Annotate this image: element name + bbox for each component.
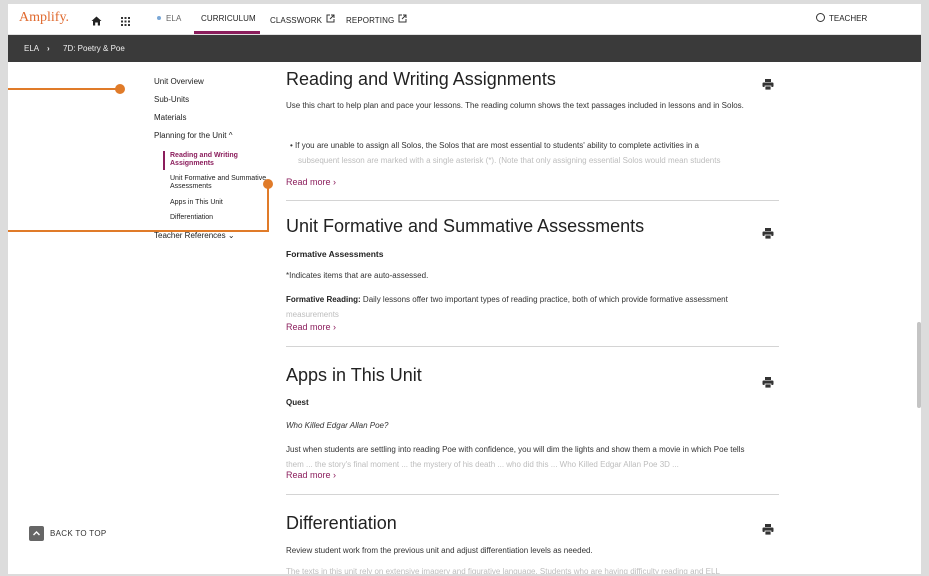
section-apps-fade: them ... the story's final moment ... th… — [286, 460, 679, 469]
nav-classwork[interactable]: CLASSWORK — [270, 14, 335, 25]
top-nav: Amplify. ELA CURRICULUM CLASSWORK REPORT… — [8, 4, 921, 35]
section-apps-subhead: Quest — [286, 398, 309, 407]
section-divider — [286, 494, 779, 495]
ela-dot-icon — [157, 16, 161, 20]
nav-reporting[interactable]: REPORTING — [346, 14, 407, 25]
section-rw-intro: Use this chart to help plan and pace you… — [286, 101, 744, 110]
section-title-reading-writing: Reading and Writing Assignments — [286, 69, 556, 89]
apps-grid-icon[interactable] — [121, 13, 130, 31]
section-rw-bullet-text: • If you are unable to assign all Solos,… — [290, 141, 699, 150]
section-title-differentiation: Differentiation — [286, 513, 397, 533]
print-icon[interactable] — [762, 226, 774, 240]
print-icon[interactable] — [762, 375, 774, 389]
nav-classwork-label: CLASSWORK — [270, 16, 323, 25]
section-divider — [286, 346, 779, 347]
nav-curriculum[interactable]: CURRICULUM — [201, 14, 256, 23]
section-title-assessments: Unit Formative and Summative Assessments — [286, 216, 645, 236]
back-to-top-label: BACK TO TOP — [50, 529, 107, 539]
print-icon[interactable] — [762, 522, 774, 536]
section-assess-paragraph: Formative Reading: Daily lessons offer t… — [286, 292, 771, 307]
breadcrumb: ELA › 7D: Poetry & Poe — [8, 35, 921, 62]
callout-line-top — [8, 88, 120, 90]
print-icon[interactable] — [762, 77, 774, 91]
user-label: TEACHER — [829, 14, 868, 23]
app-frame: Amplify. ELA CURRICULUM CLASSWORK REPORT… — [8, 4, 921, 574]
breadcrumb-root[interactable]: ELA — [24, 44, 39, 53]
section-rw-bullet: • If you are unable to assign all Solos,… — [290, 138, 775, 153]
section-apps-paragraph: Just when students are settling into rea… — [286, 445, 745, 454]
home-icon[interactable] — [91, 13, 102, 31]
read-more-link[interactable]: Read more › — [286, 470, 336, 480]
active-tab-indicator — [194, 31, 260, 34]
sidebar-item-materials[interactable]: Materials — [154, 113, 186, 122]
breadcrumb-current[interactable]: 7D: Poetry & Poe — [63, 44, 125, 53]
breadcrumb-separator-icon: › — [47, 44, 50, 53]
sidebar-item-teacher-references[interactable]: Teacher References ⌄ — [154, 231, 235, 240]
section-assess-note: *Indicates items that are auto-assessed. — [286, 271, 429, 280]
sidebar-subitem-apps[interactable]: Apps in This Unit — [170, 199, 280, 207]
sidebar-active-indicator — [163, 151, 165, 170]
read-more-link[interactable]: Read more › — [286, 177, 336, 187]
section-title-apps: Apps in This Unit — [286, 365, 422, 385]
section-assess-paragraph-bold: Formative Reading: — [286, 295, 361, 304]
scrollbar-track[interactable] — [917, 62, 921, 574]
sidebar-subitem-assessments[interactable]: Unit Formative and Summative Assessments — [170, 175, 280, 191]
section-assess-fade: measurements — [286, 310, 339, 319]
section-diff-paragraph: Review student work from the previous un… — [286, 546, 593, 555]
sidebar-subitem-reading-writing[interactable]: Reading and Writing Assignments — [170, 152, 280, 168]
amplify-logo[interactable]: Amplify. — [19, 10, 69, 26]
arrow-up-icon — [29, 526, 44, 542]
sidebar-item-unit-overview[interactable]: Unit Overview — [154, 77, 204, 86]
user-icon — [816, 13, 825, 22]
section-assess-paragraph-text: Daily lessons offer two important types … — [360, 295, 728, 304]
nav-reporting-label: REPORTING — [346, 16, 395, 25]
sidebar-item-sub-units[interactable]: Sub-Units — [154, 95, 189, 104]
back-to-top-button[interactable]: BACK TO TOP — [29, 525, 107, 543]
nav-ela[interactable]: ELA — [157, 14, 181, 23]
read-more-link[interactable]: Read more › — [286, 322, 336, 332]
nav-ela-label: ELA — [166, 14, 182, 23]
section-divider — [286, 200, 779, 201]
section-assess-subhead: Formative Assessments — [286, 249, 384, 259]
section-apps-quest-title: Who Killed Edgar Allan Poe? — [286, 421, 389, 430]
external-link-icon — [326, 14, 335, 25]
sidebar-subitem-differentiation[interactable]: Differentiation — [170, 214, 280, 222]
external-link-icon — [398, 14, 407, 25]
callout-dot-top — [115, 84, 125, 94]
sidebar-item-planning[interactable]: Planning for the Unit ^ — [154, 131, 232, 140]
section-diff-fade: The texts in this unit rely on extensive… — [286, 567, 720, 574]
scrollbar-thumb[interactable] — [917, 322, 921, 408]
user-menu[interactable]: TEACHER — [816, 13, 867, 23]
section-rw-bullet-fade: subsequent lesson are marked with a sing… — [298, 156, 721, 165]
